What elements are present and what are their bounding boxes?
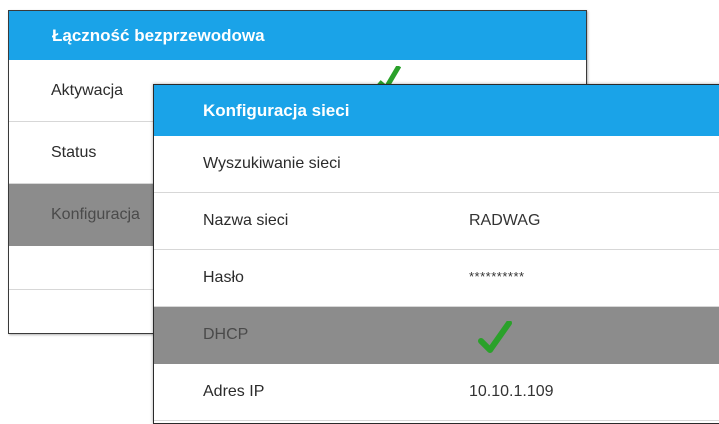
ip-address-value: 10.10.1.109 xyxy=(469,383,554,400)
menu-item-network-name[interactable]: Nazwa sieci RADWAG xyxy=(154,193,719,250)
check-icon xyxy=(478,321,512,353)
menu-item-status-label: Status xyxy=(51,143,97,161)
menu-item-dhcp[interactable]: DHCP xyxy=(154,307,719,364)
menu-item-activation-label: Aktywacja xyxy=(51,81,124,99)
menu-item-ip-address[interactable]: Adres IP 10.10.1.109 xyxy=(154,364,719,421)
wireless-panel-title: Łączność bezprzewodowa xyxy=(9,11,586,60)
menu-item-configuration-label: Konfiguracja xyxy=(51,205,140,223)
menu-item-password-label: Hasło xyxy=(203,269,244,286)
menu-item-network-name-label: Nazwa sieci xyxy=(203,212,289,229)
password-value: ********** xyxy=(469,269,525,284)
network-panel-title: Konfiguracja sieci xyxy=(154,85,719,136)
network-name-value: RADWAG xyxy=(469,212,541,229)
menu-item-network-search-label: Wyszukiwanie sieci xyxy=(203,155,341,172)
menu-item-password[interactable]: Hasło ********** xyxy=(154,250,719,307)
network-configuration-panel: Konfiguracja sieci Wyszukiwanie sieci Na… xyxy=(153,84,719,424)
menu-item-dhcp-label: DHCP xyxy=(203,326,249,343)
menu-item-network-search[interactable]: Wyszukiwanie sieci xyxy=(154,136,719,193)
menu-item-ip-address-label: Adres IP xyxy=(203,383,265,400)
